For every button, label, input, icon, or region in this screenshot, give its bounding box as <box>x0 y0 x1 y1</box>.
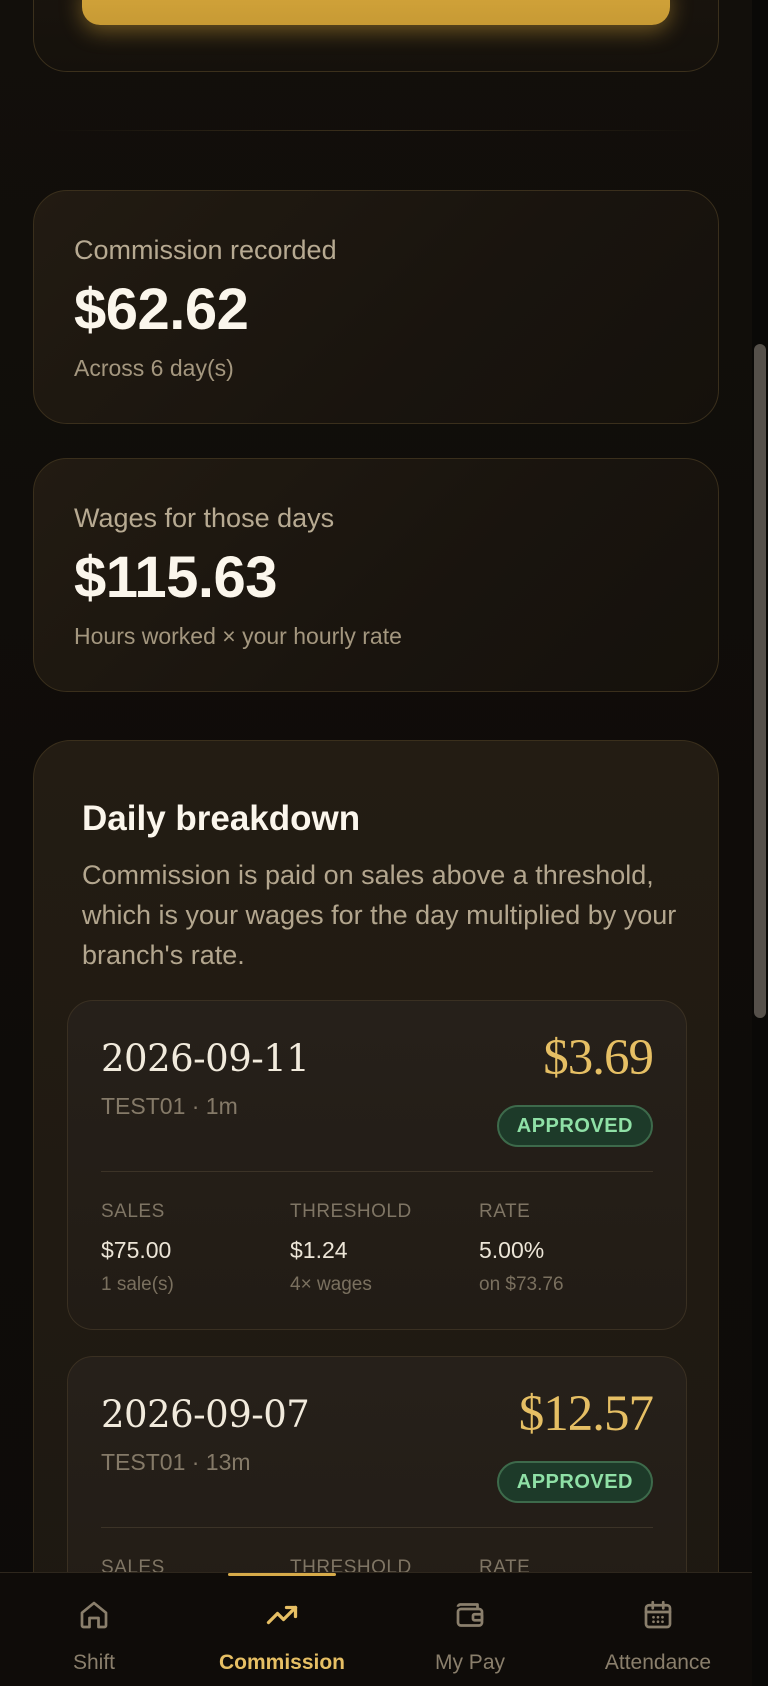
section-divider <box>48 130 704 131</box>
wages-label: Wages for those days <box>74 503 335 533</box>
day-date: 2026-09-11 <box>101 1037 310 1080</box>
threshold-sub: 4× wages <box>290 1274 372 1295</box>
commission-value: $62.62 <box>74 277 249 342</box>
day-card[interactable]: 2026-09-11 TEST01 · 1m $3.69 APPROVED SA… <box>67 1000 687 1330</box>
wages-summary-card: Wages for those days $115.63 Hours worke… <box>33 458 719 692</box>
day-meta: TEST01 · 1m <box>101 1093 238 1119</box>
rate-value: 5.00% <box>479 1237 545 1263</box>
tab-label: My Pay <box>434 1651 505 1674</box>
bottom-tab-bar: Shift Commission My Pay Attendance <box>0 1572 752 1686</box>
status-badge: APPROVED <box>496 1105 653 1147</box>
wages-value: $115.63 <box>74 545 277 610</box>
tab-shift[interactable]: Shift <box>0 1573 188 1686</box>
previous-card <box>33 0 719 72</box>
commission-summary-card: Commission recorded $62.62 Across 6 day(… <box>33 190 719 424</box>
threshold-value: $1.24 <box>290 1237 348 1263</box>
tab-label: Attendance <box>604 1651 712 1674</box>
commission-label: Commission recorded <box>74 235 337 265</box>
tab-commission[interactable]: Commission <box>188 1573 376 1686</box>
tab-label: Commission <box>218 1651 346 1674</box>
day-date: 2026-09-07 <box>101 1393 310 1436</box>
divider <box>101 1527 653 1528</box>
commission-sub: Across 6 day(s) <box>74 355 234 381</box>
rate-label: RATE <box>479 1201 531 1222</box>
home-icon <box>80 1601 108 1629</box>
divider <box>101 1171 653 1172</box>
wages-sub: Hours worked × your hourly rate <box>74 623 402 649</box>
threshold-label: THRESHOLD <box>290 1201 412 1222</box>
tab-my-pay[interactable]: My Pay <box>376 1573 564 1686</box>
breakdown-description: Commission is paid on sales above a thre… <box>82 860 677 970</box>
day-meta: TEST01 · 13m <box>101 1449 251 1475</box>
day-commission-amount: $3.69 <box>543 1030 654 1086</box>
day-commission-amount: $12.57 <box>518 1386 654 1442</box>
sales-column: SALES $75.00 1 sale(s) <box>101 1201 174 1296</box>
primary-action-button[interactable] <box>82 0 670 25</box>
sales-sub: 1 sale(s) <box>101 1274 174 1295</box>
breakdown-title: Daily breakdown <box>82 799 361 838</box>
wallet-icon <box>456 1603 484 1627</box>
threshold-column: THRESHOLD $1.24 4× wages <box>290 1201 412 1296</box>
tab-label: Shift <box>72 1651 116 1674</box>
commission-screen: Commission recorded $62.62 Across 6 day(… <box>0 0 752 1686</box>
calendar-icon <box>644 1600 672 1629</box>
sales-label: SALES <box>101 1201 165 1222</box>
daily-breakdown-section: Daily breakdown Commission is paid on sa… <box>33 740 719 1686</box>
trending-up-icon <box>266 1605 298 1625</box>
scrollbar-thumb[interactable] <box>754 344 766 1018</box>
rate-column: RATE 5.00% on $73.76 <box>479 1201 564 1296</box>
status-badge: APPROVED <box>496 1461 653 1503</box>
rate-sub: on $73.76 <box>479 1274 564 1295</box>
sales-value: $75.00 <box>101 1237 172 1263</box>
tab-attendance[interactable]: Attendance <box>564 1573 752 1686</box>
